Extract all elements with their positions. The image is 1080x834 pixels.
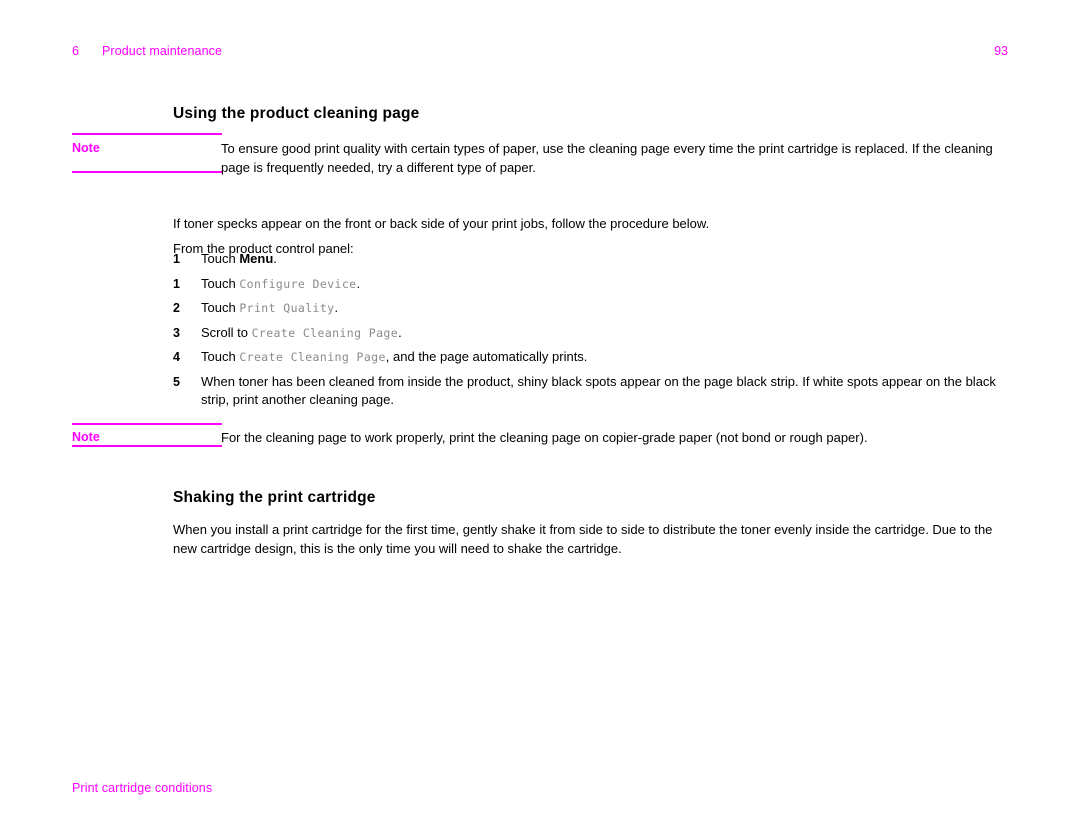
note-block-cleaning: Note To ensure good print quality with c… — [72, 133, 1008, 179]
note-rule-top — [72, 133, 222, 135]
step-text-prefix: When toner has been cleaned from inside … — [201, 373, 996, 408]
step-text-suffix: , and the page automatically prints. — [385, 349, 588, 364]
step-text-prefix: Touch — [201, 349, 240, 364]
step-text-suffix: . — [398, 324, 402, 340]
step-text-suffix: . — [356, 275, 361, 291]
header-chapter-number: 6 — [72, 44, 80, 58]
note-block-copier-grade-paper: Note For the cleaning page to work prope… — [72, 423, 1008, 451]
step-number: 5 — [173, 374, 180, 389]
section-heading-shaking-cartridge: Shaking the print cartridge — [173, 489, 376, 507]
paragraph-toner-specks: If toner specks appear on the front or b… — [173, 216, 710, 231]
step-number: 1 — [173, 276, 180, 291]
note-body-text: To ensure good print quality with certai… — [221, 141, 993, 175]
procedure-step: 1 Touch Menu. — [173, 250, 1003, 275]
step-number: 4 — [173, 350, 180, 364]
paragraph-shaking-cartridge: When you install a print cartridge for t… — [173, 522, 993, 556]
control-panel-text: Print Quality — [239, 301, 335, 315]
procedure-step: 5 When toner has been cleaned from inside… — [173, 373, 1003, 410]
document-page: 6 Product maintenance 93 Using the produ… — [0, 0, 1080, 834]
header-chapter-title: Product maintenance — [102, 44, 223, 58]
step-text: Touch Create Cleaning Page, and the page… — [201, 348, 1003, 367]
note-label: Note — [72, 430, 100, 444]
procedure-step: 2 Touch Print Quality. — [173, 299, 1003, 324]
step-text-prefix: Scroll to — [201, 324, 252, 340]
step-number: 1 — [173, 252, 180, 266]
control-panel-text: Configure Device — [239, 276, 357, 291]
procedure-step: 3 Scroll to Create Cleaning Page. — [173, 324, 1003, 349]
procedure-step-list: 1 Touch Menu. 1 Touch Configure Device. 2 Tou… — [173, 250, 1003, 410]
step-text: When toner has been cleaned from inside … — [201, 373, 1003, 410]
note-label: Note — [72, 141, 100, 155]
running-header: 6 Product maintenance 93 — [72, 44, 1008, 62]
control-panel-text: Create Cleaning Page — [251, 325, 399, 340]
step-text: Touch Menu. — [201, 250, 1003, 269]
step-text: Touch Print Quality. — [201, 299, 1003, 318]
step-text-prefix: Touch — [201, 275, 240, 291]
step-text-suffix: . — [273, 251, 277, 266]
note-rule-top — [72, 423, 222, 425]
footer-running-text: Print cartridge conditions — [72, 781, 213, 795]
control-panel-text: Create Cleaning Page — [239, 350, 386, 364]
step-emphasis: Menu — [239, 251, 274, 266]
note-body-text: For the cleaning page to work properly, … — [221, 430, 868, 445]
step-text: Touch Configure Device. — [201, 275, 1003, 294]
step-text: Scroll to Create Cleaning Page. — [201, 324, 1003, 343]
section-heading-cleaning-page: Using the product cleaning page — [173, 105, 420, 123]
step-text-suffix: . — [334, 300, 339, 315]
note-rule-bottom — [72, 445, 222, 447]
step-text-prefix: Touch — [201, 251, 240, 266]
step-number: 3 — [173, 325, 180, 340]
header-page-number: 93 — [994, 44, 1008, 58]
step-number: 2 — [173, 301, 180, 315]
note-rule-bottom — [72, 171, 222, 173]
procedure-step: 4 Touch Create Cleaning Page, and the pag… — [173, 348, 1003, 373]
procedure-step: 1 Touch Configure Device. — [173, 275, 1003, 300]
step-text-prefix: Touch — [201, 300, 240, 315]
